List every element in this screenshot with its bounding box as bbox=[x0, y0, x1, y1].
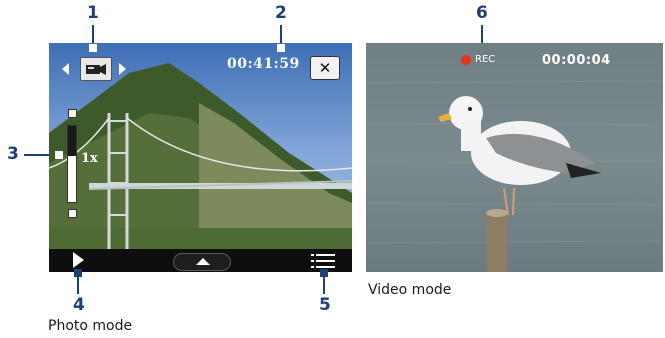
callout-marker-5 bbox=[320, 269, 328, 277]
play-icon[interactable] bbox=[73, 252, 84, 268]
leader-line-2 bbox=[280, 25, 282, 45]
callout-marker-3 bbox=[55, 151, 63, 159]
arrow-left-icon[interactable] bbox=[62, 63, 69, 75]
recording-timer: 00:41:59 bbox=[227, 56, 300, 72]
zoom-fill bbox=[68, 126, 76, 156]
zoom-bar[interactable] bbox=[67, 125, 77, 203]
camcorder-icon[interactable] bbox=[80, 57, 112, 81]
photo-mode-screen: 00:41:59 ✕ 1x bbox=[49, 43, 352, 272]
callout-1: 1 bbox=[87, 3, 99, 23]
close-icon: ✕ bbox=[318, 59, 332, 77]
photo-mode-caption: Photo mode bbox=[48, 318, 133, 334]
arrow-right-icon[interactable] bbox=[119, 63, 126, 75]
menu-icon[interactable] bbox=[311, 252, 335, 270]
callout-3: 3 bbox=[7, 144, 19, 164]
up-arrow-icon bbox=[196, 258, 210, 265]
callout-marker-1 bbox=[89, 44, 97, 52]
callout-2: 2 bbox=[275, 3, 287, 23]
zoom-level: 1x bbox=[81, 151, 98, 166]
rec-label: REC bbox=[475, 54, 496, 65]
photo-bottom-bar bbox=[49, 249, 352, 272]
zoom-out-icon[interactable] bbox=[68, 209, 77, 218]
zoom-in-icon[interactable] bbox=[68, 109, 77, 118]
seagull-scene bbox=[366, 80, 663, 272]
video-mode-screen: REC 00:00:04 bbox=[366, 43, 663, 272]
callout-marker-4 bbox=[74, 269, 82, 277]
video-timer: 00:00:04 bbox=[542, 53, 611, 68]
video-mode-caption: Video mode bbox=[368, 282, 452, 298]
callout-6: 6 bbox=[476, 3, 488, 23]
callout-4: 4 bbox=[73, 295, 85, 315]
callout-5: 5 bbox=[319, 295, 331, 315]
callout-marker-2 bbox=[277, 44, 285, 52]
close-button[interactable]: ✕ bbox=[310, 56, 340, 80]
record-dot-icon bbox=[461, 54, 471, 65]
leader-line-1 bbox=[92, 25, 94, 45]
up-arrow-button[interactable] bbox=[173, 253, 231, 271]
rec-indicator: REC bbox=[461, 54, 495, 65]
